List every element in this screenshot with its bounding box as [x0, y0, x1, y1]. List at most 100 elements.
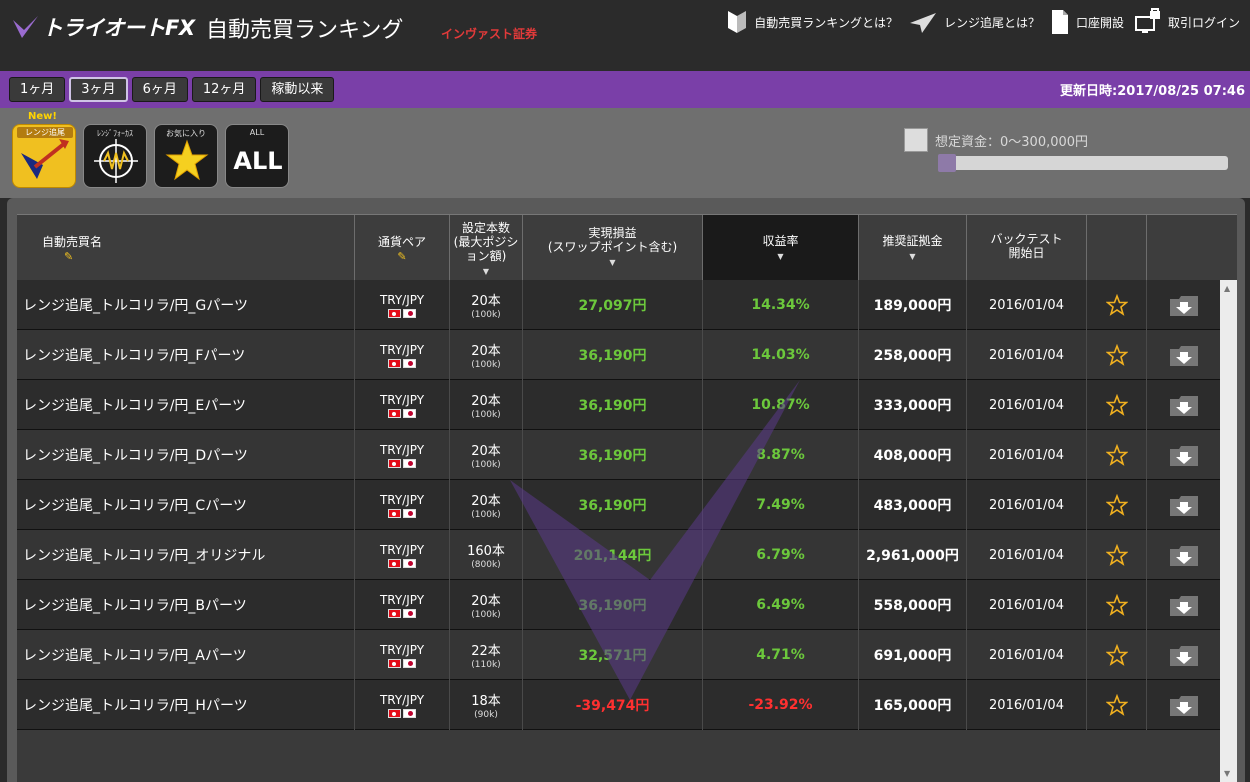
favorite-star-icon[interactable] — [1105, 444, 1128, 466]
table-scrollbar[interactable]: ▲ ▼ — [1220, 280, 1237, 782]
col-name-header[interactable]: 自動売買名 ✎ — [17, 215, 355, 281]
return-rate: 8.87% — [703, 430, 859, 480]
period-1m-button[interactable]: 1ヶ月 — [9, 77, 66, 102]
period-since-start-button[interactable]: 稼動以来 — [260, 77, 335, 102]
period-3m-button[interactable]: 3ヶ月 — [69, 77, 128, 102]
col-pnl-label-1: 実現損益 — [588, 226, 637, 240]
favorite-cell — [1087, 280, 1147, 330]
download-icon[interactable] — [1169, 343, 1199, 367]
fund-slider-track[interactable] — [938, 156, 1228, 170]
realized-pnl: 36,190円 — [523, 380, 703, 430]
backtest-start-date: 2016/01/04 — [967, 280, 1087, 330]
strategy-name[interactable]: レンジ追尾_トルコリラ/円_Bパーツ — [17, 580, 355, 630]
strategy-name[interactable]: レンジ追尾_トルコリラ/円_Cパーツ — [17, 480, 355, 530]
category-favorites-button[interactable]: お気に入り — [154, 124, 218, 188]
table-row[interactable]: レンジ追尾_トルコリラ/円_Fパーツ TRY/JPY 20本 (100k) 36… — [17, 330, 1220, 380]
col-pair-header[interactable]: 通貨ペア ✎ — [355, 215, 450, 281]
favorite-star-icon[interactable] — [1105, 544, 1128, 566]
setting-count: 22本 — [471, 644, 501, 659]
strategy-name[interactable]: レンジ追尾_トルコリラ/円_Aパーツ — [17, 630, 355, 680]
download-icon[interactable] — [1169, 393, 1199, 417]
favorite-star-icon[interactable] — [1105, 694, 1128, 716]
fund-slider-thumb[interactable] — [938, 154, 956, 172]
fund-filter-label: 想定資金：0～300,000円 — [935, 135, 1089, 150]
nav-trade-login[interactable]: 取引ログイン — [1134, 8, 1240, 36]
col-pair-label: 通貨ペア — [377, 235, 426, 249]
favorite-cell — [1087, 630, 1147, 680]
download-icon[interactable] — [1169, 493, 1199, 517]
table-row[interactable]: レンジ追尾_トルコリラ/円_Bパーツ TRY/JPY 20本 (100k) 36… — [17, 580, 1220, 630]
col-pnl-header[interactable]: 実現損益 (スワップポイント含む) ▼ — [523, 215, 703, 281]
favorite-cell — [1087, 680, 1147, 730]
table-row[interactable]: レンジ追尾_トルコリラ/円_Gパーツ TRY/JPY 20本 (100k) 27… — [17, 280, 1220, 330]
japan-flag-icon — [403, 558, 416, 568]
category-range-trail-button[interactable]: レンジ追尾 — [12, 124, 76, 188]
table-row[interactable]: レンジ追尾_トルコリラ/円_Dパーツ TRY/JPY 20本 (100k) 36… — [17, 430, 1220, 480]
logo-mark-icon — [13, 16, 38, 38]
col-rate-label: 収益率 — [762, 234, 799, 248]
strategy-name[interactable]: レンジ追尾_トルコリラ/円_Hパーツ — [17, 680, 355, 730]
nav-about-range-trail[interactable]: レンジ追尾とは？ — [908, 9, 1040, 35]
col-margin-header[interactable]: 推奨証拠金 ▼ — [859, 215, 967, 281]
currency-pair: TRY/JPY — [379, 292, 425, 307]
strategy-name[interactable]: レンジ追尾_トルコリラ/円_Dパーツ — [17, 430, 355, 480]
download-icon[interactable] — [1169, 443, 1199, 467]
favorite-star-icon[interactable] — [1105, 494, 1128, 516]
download-cell — [1147, 680, 1220, 730]
table-row[interactable]: レンジ追尾_トルコリラ/円_Eパーツ TRY/JPY 20本 (100k) 36… — [17, 380, 1220, 430]
favorite-star-icon[interactable] — [1105, 394, 1128, 416]
currency-pair: TRY/JPY — [379, 692, 425, 707]
table-row[interactable]: レンジ追尾_トルコリラ/円_Hパーツ TRY/JPY 18本 (90k) -39… — [17, 680, 1220, 730]
category-range-focus-button[interactable]: ﾚﾝｼﾞﾌｫｰｶｽ — [83, 124, 147, 188]
favorite-star-icon[interactable] — [1105, 344, 1128, 366]
scroll-up-icon[interactable]: ▲ — [1224, 284, 1230, 293]
setting-count-cell: 20本 (100k) — [450, 380, 523, 430]
nav-about-ranking[interactable]: 自動売買ランキングとは？ — [726, 9, 898, 35]
table-row[interactable]: レンジ追尾_トルコリラ/円_Aパーツ TRY/JPY 22本 (110k) 32… — [17, 630, 1220, 680]
strategy-name[interactable]: レンジ追尾_トルコリラ/円_Eパーツ — [17, 380, 355, 430]
col-rate-header[interactable]: 収益率 ▼ — [703, 215, 859, 281]
download-cell — [1147, 530, 1220, 580]
favorite-star-icon[interactable] — [1105, 644, 1128, 666]
download-cell — [1147, 580, 1220, 630]
table-row[interactable]: レンジ追尾_トルコリラ/円_オリジナル TRY/JPY 160本 (800k) … — [17, 530, 1220, 580]
download-icon[interactable] — [1169, 593, 1199, 617]
japan-flag-icon — [403, 358, 416, 368]
period-12m-button[interactable]: 12ヶ月 — [191, 77, 257, 102]
download-icon[interactable] — [1169, 543, 1199, 567]
strategy-name[interactable]: レンジ追尾_トルコリラ/円_Gパーツ — [17, 280, 355, 330]
col-backtest-label-2: 開始日 — [1008, 246, 1045, 260]
table-row[interactable]: レンジ追尾_トルコリラ/円_Cパーツ TRY/JPY 20本 (100k) 36… — [17, 480, 1220, 530]
period-6m-button[interactable]: 6ヶ月 — [131, 77, 188, 102]
return-rate: 10.87% — [703, 380, 859, 430]
currency-pair-cell: TRY/JPY — [355, 580, 450, 630]
realized-pnl: 201,144円 — [523, 530, 703, 580]
strategy-name[interactable]: レンジ追尾_トルコリラ/円_Fパーツ — [17, 330, 355, 380]
sort-arrow-icon: ▼ — [909, 252, 916, 261]
turkey-flag-icon — [388, 308, 401, 318]
category-caption: ALL — [249, 128, 265, 137]
turkey-flag-icon — [388, 408, 401, 418]
col-count-header[interactable]: 設定本数 (最大ポジシ ョン額) ▼ — [450, 215, 523, 281]
logo[interactable]: トライオートFX — [10, 12, 195, 42]
favorite-star-icon[interactable] — [1105, 294, 1128, 316]
download-icon[interactable] — [1169, 643, 1199, 667]
recommended-margin: 189,000円 — [859, 280, 967, 330]
setting-count: 20本 — [471, 344, 501, 359]
col-count-label-3: ョン額) — [465, 249, 507, 263]
strategy-name[interactable]: レンジ追尾_トルコリラ/円_オリジナル — [17, 530, 355, 580]
setting-count: 20本 — [471, 394, 501, 409]
beginner-mark-icon — [728, 11, 747, 33]
category-all-button[interactable]: ALL ALL — [225, 124, 289, 188]
setting-count-cell: 160本 (800k) — [450, 530, 523, 580]
nav-open-account[interactable]: 口座開設 — [1050, 8, 1124, 36]
setting-count: 20本 — [471, 594, 501, 609]
favorite-star-icon[interactable] — [1105, 594, 1128, 616]
col-download-header — [1147, 215, 1237, 281]
fund-filter-checkbox[interactable] — [904, 128, 928, 152]
download-icon[interactable] — [1169, 693, 1199, 717]
download-icon[interactable] — [1169, 293, 1199, 317]
scroll-down-icon[interactable]: ▼ — [1224, 769, 1230, 778]
turkey-flag-icon — [388, 608, 401, 618]
paper-plane-icon — [909, 13, 936, 33]
